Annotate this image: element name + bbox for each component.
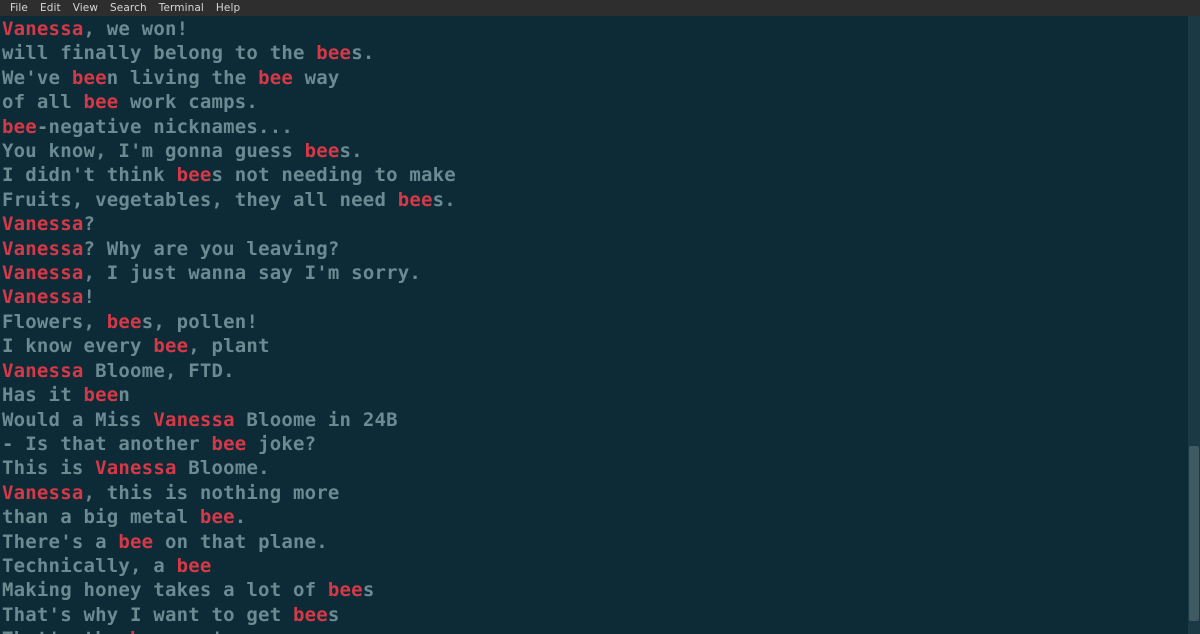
terminal-line: Would a Miss Vanessa Bloome in 24B xyxy=(2,408,1186,432)
menu-terminal[interactable]: Terminal xyxy=(153,2,210,14)
terminal-line: than a big metal bee. xyxy=(2,505,1186,529)
terminal-line: Vanessa Bloome, FTD. xyxy=(2,359,1186,383)
menu-help[interactable]: Help xyxy=(210,2,246,14)
terminal-line: That's why I want to get bees xyxy=(2,603,1186,627)
terminal-line: bee-negative nicknames... xyxy=(2,115,1186,139)
scrollbar-thumb[interactable] xyxy=(1189,446,1199,621)
highlight-match: Vanessa xyxy=(2,213,83,235)
highlight-match: bee xyxy=(293,604,328,626)
highlight-match: bee xyxy=(328,579,363,601)
terminal-line: Vanessa? xyxy=(2,212,1186,236)
terminal-line: Vanessa? Why are you leaving? xyxy=(2,237,1186,261)
terminal-line: I didn't think bees not needing to make xyxy=(2,163,1186,187)
highlight-match: bee xyxy=(153,335,188,357)
highlight-match: bee xyxy=(200,506,235,528)
highlight-match: bee xyxy=(107,311,142,333)
highlight-match: Vanessa xyxy=(2,18,83,40)
highlight-match: bee xyxy=(305,140,340,162)
highlight-match: bee xyxy=(2,116,37,138)
menu-view[interactable]: View xyxy=(67,2,104,14)
highlight-match: Vanessa xyxy=(2,482,83,504)
terminal-line: That's the bee way! xyxy=(2,627,1186,634)
highlight-match: Vanessa xyxy=(153,409,234,431)
highlight-match: bee xyxy=(398,189,433,211)
highlight-match: bee xyxy=(177,555,212,577)
terminal-line: will finally belong to the bees. xyxy=(2,41,1186,65)
terminal-window: File Edit View Search Terminal Help Vane… xyxy=(0,0,1200,634)
scrollbar-track[interactable] xyxy=(1188,16,1200,634)
highlight-match: bee xyxy=(72,67,107,89)
terminal-line: Vanessa, I just wanna say I'm sorry. xyxy=(2,261,1186,285)
terminal-line: I know every bee, plant xyxy=(2,334,1186,358)
terminal-line: There's a bee on that plane. xyxy=(2,530,1186,554)
highlight-match: bee xyxy=(212,433,247,455)
highlight-match: bee xyxy=(118,531,153,553)
terminal-line: We've been living the bee way xyxy=(2,66,1186,90)
highlight-match: bee xyxy=(83,384,118,406)
terminal-line: of all bee work camps. xyxy=(2,90,1186,114)
terminal-line: Has it been xyxy=(2,383,1186,407)
highlight-match: Vanessa xyxy=(2,360,83,382)
highlight-match: bee xyxy=(177,164,212,186)
menubar: File Edit View Search Terminal Help xyxy=(0,0,1200,16)
terminal-line: Flowers, bees, pollen! xyxy=(2,310,1186,334)
terminal-line: Vanessa, we won! xyxy=(2,17,1186,41)
menu-file[interactable]: File xyxy=(4,2,34,14)
terminal-line: This is Vanessa Bloome. xyxy=(2,456,1186,480)
highlight-match: Vanessa xyxy=(2,238,83,260)
menu-edit[interactable]: Edit xyxy=(34,2,67,14)
highlight-match: Vanessa xyxy=(95,457,176,479)
terminal-line: Fruits, vegetables, they all need bees. xyxy=(2,188,1186,212)
terminal-line: You know, I'm gonna guess bees. xyxy=(2,139,1186,163)
terminal-viewport[interactable]: Vanessa, we won!will finally belong to t… xyxy=(0,16,1200,634)
highlight-match: bee xyxy=(316,42,351,64)
terminal-line: Vanessa! xyxy=(2,285,1186,309)
highlight-match: bee xyxy=(258,67,293,89)
menu-search[interactable]: Search xyxy=(104,2,153,14)
highlight-match: Vanessa xyxy=(2,286,83,308)
terminal-output: Vanessa, we won!will finally belong to t… xyxy=(0,16,1186,634)
terminal-line: Technically, a bee xyxy=(2,554,1186,578)
terminal-line: - Is that another bee joke? xyxy=(2,432,1186,456)
highlight-match: bee xyxy=(130,628,165,634)
terminal-line: Vanessa, this is nothing more xyxy=(2,481,1186,505)
terminal-line: Making honey takes a lot of bees xyxy=(2,578,1186,602)
highlight-match: Vanessa xyxy=(2,262,83,284)
highlight-match: bee xyxy=(83,91,118,113)
